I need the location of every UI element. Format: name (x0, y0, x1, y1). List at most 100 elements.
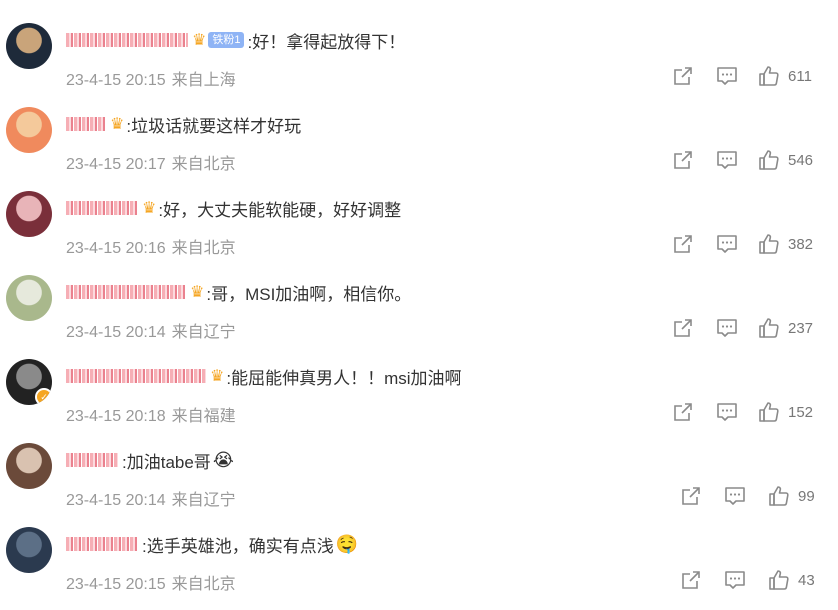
reply-button[interactable] (716, 316, 758, 340)
username-link[interactable] (66, 117, 106, 131)
comment-meta: 23-4-15 20:17 来自北京 (66, 150, 236, 174)
comment-time: 23-4-15 20:16 (66, 240, 166, 257)
forward-button[interactable] (672, 64, 714, 88)
verified-badge-icon: ✓ (35, 388, 52, 405)
forward-icon[interactable] (672, 401, 694, 423)
comment-time: 23-4-15 20:18 (66, 408, 166, 425)
comment-meta: 23-4-15 20:14 来自辽宁 (66, 486, 236, 510)
comment-icon[interactable] (724, 569, 746, 591)
comment-item: ♛:哥，MSI加油啊，相信你。 23-4-15 20:14 来自辽宁 237 (0, 274, 838, 358)
comment-text: :选手英雄池，确实有点浅 (142, 536, 334, 556)
like-button[interactable]: 611 (758, 64, 812, 88)
crown-icon: ♛ (192, 32, 207, 49)
crown-icon: ♛ (110, 116, 125, 133)
like-button[interactable]: 99 (768, 484, 815, 508)
like-count: 99 (798, 487, 815, 505)
comment-icon[interactable] (716, 149, 738, 171)
forward-icon[interactable] (672, 149, 694, 171)
comment-location: 来自辽宁 (171, 324, 236, 341)
comment-icon[interactable] (716, 233, 738, 255)
like-count: 546 (788, 151, 814, 169)
username-link[interactable] (66, 369, 206, 383)
forward-icon[interactable] (680, 569, 702, 591)
forward-button[interactable] (680, 568, 722, 592)
reply-button[interactable] (716, 232, 758, 256)
username-link[interactable] (66, 537, 138, 551)
avatar[interactable] (6, 23, 52, 69)
emoji-icon: 😭 (212, 449, 234, 470)
comment-location: 来自辽宁 (171, 492, 236, 509)
comment-text: :加油tabe哥 (122, 452, 211, 472)
comment-time: 23-4-15 20:14 (66, 324, 166, 341)
reply-button[interactable] (716, 400, 758, 424)
comment-time: 23-4-15 20:15 (66, 72, 166, 89)
avatar[interactable] (6, 275, 52, 321)
thumb-up-icon (758, 65, 780, 87)
reply-button[interactable] (724, 568, 766, 592)
comment-meta: 23-4-15 20:18 来自福建 (66, 402, 236, 426)
forward-icon[interactable] (672, 65, 694, 87)
comment-location: 来自福建 (171, 408, 236, 425)
comment-item: ✓ ♛:能屈能伸真男人！！msi加油啊 23-4-15 20:18 来自福建 152 (0, 358, 838, 442)
username-link[interactable] (66, 33, 188, 47)
avatar[interactable] (6, 527, 52, 573)
reply-button[interactable] (716, 64, 758, 88)
like-count: 237 (788, 319, 814, 337)
like-count: 152 (788, 403, 814, 421)
comment-text: :好！拿得起放得下！ (247, 32, 406, 52)
avatar[interactable]: ✓ (6, 359, 52, 405)
comment-icon[interactable] (716, 65, 738, 87)
thumb-up-icon (768, 569, 790, 591)
reply-button[interactable] (724, 484, 766, 508)
forward-button[interactable] (672, 232, 714, 256)
thumb-up-icon (758, 401, 780, 423)
forward-button[interactable] (680, 484, 722, 508)
comment-location: 来自上海 (171, 72, 236, 89)
comment-location: 来自北京 (171, 156, 236, 173)
forward-icon[interactable] (672, 233, 694, 255)
forward-icon[interactable] (672, 317, 694, 339)
comment-text: :哥，MSI加油啊，相信你。 (206, 284, 412, 304)
forward-button[interactable] (672, 316, 714, 340)
comment-item: :加油tabe哥 😭 23-4-15 20:14 来自辽宁 99 (0, 442, 838, 526)
comment-location: 来自北京 (171, 240, 236, 257)
like-count: 43 (798, 571, 815, 589)
like-button[interactable]: 382 (758, 232, 813, 256)
username-link[interactable] (66, 453, 118, 467)
comment-icon[interactable] (716, 317, 738, 339)
comment-meta: 23-4-15 20:14 来自辽宁 (66, 318, 236, 342)
like-count: 611 (788, 67, 812, 85)
comment-time: 23-4-15 20:17 (66, 156, 166, 173)
like-button[interactable]: 237 (758, 316, 813, 340)
forward-button[interactable] (672, 400, 714, 424)
forward-button[interactable] (672, 148, 714, 172)
comment-text: :好，大丈夫能软能硬，好好调整 (158, 200, 402, 220)
comment-item: ♛ 铁粉1:好！拿得起放得下！ 23-4-15 20:15 来自上海 611 (0, 22, 838, 106)
crown-icon: ♛ (190, 284, 205, 301)
comment-item: ♛:垃圾话就要这样才好玩 23-4-15 20:17 来自北京 546 (0, 106, 838, 190)
avatar[interactable] (6, 107, 52, 153)
thumb-up-icon (758, 317, 780, 339)
emoji-icon: 🤤 (335, 533, 359, 554)
avatar[interactable] (6, 191, 52, 237)
like-button[interactable]: 152 (758, 400, 813, 424)
comment-icon[interactable] (724, 485, 746, 507)
comment-text: :垃圾话就要这样才好玩 (126, 116, 302, 136)
forward-icon[interactable] (680, 485, 702, 507)
like-button[interactable]: 546 (758, 148, 813, 172)
thumb-up-icon (768, 485, 790, 507)
fans-badge: 铁粉1 (208, 32, 245, 48)
comment-icon[interactable] (716, 401, 738, 423)
comment-text: :能屈能伸真男人！！msi加油啊 (226, 368, 462, 388)
like-button[interactable]: 43 (768, 568, 815, 592)
comment-time: 23-4-15 20:15 (66, 576, 166, 593)
comment-meta: 23-4-15 20:15 来自北京 (66, 570, 236, 594)
username-link[interactable] (66, 201, 138, 215)
crown-icon: ♛ (210, 368, 225, 385)
username-link[interactable] (66, 285, 186, 299)
reply-button[interactable] (716, 148, 758, 172)
comment-item: ♛:好，大丈夫能软能硬，好好调整 23-4-15 20:16 来自北京 382 (0, 190, 838, 274)
thumb-up-icon (758, 233, 780, 255)
avatar[interactable] (6, 443, 52, 489)
like-count: 382 (788, 235, 814, 253)
